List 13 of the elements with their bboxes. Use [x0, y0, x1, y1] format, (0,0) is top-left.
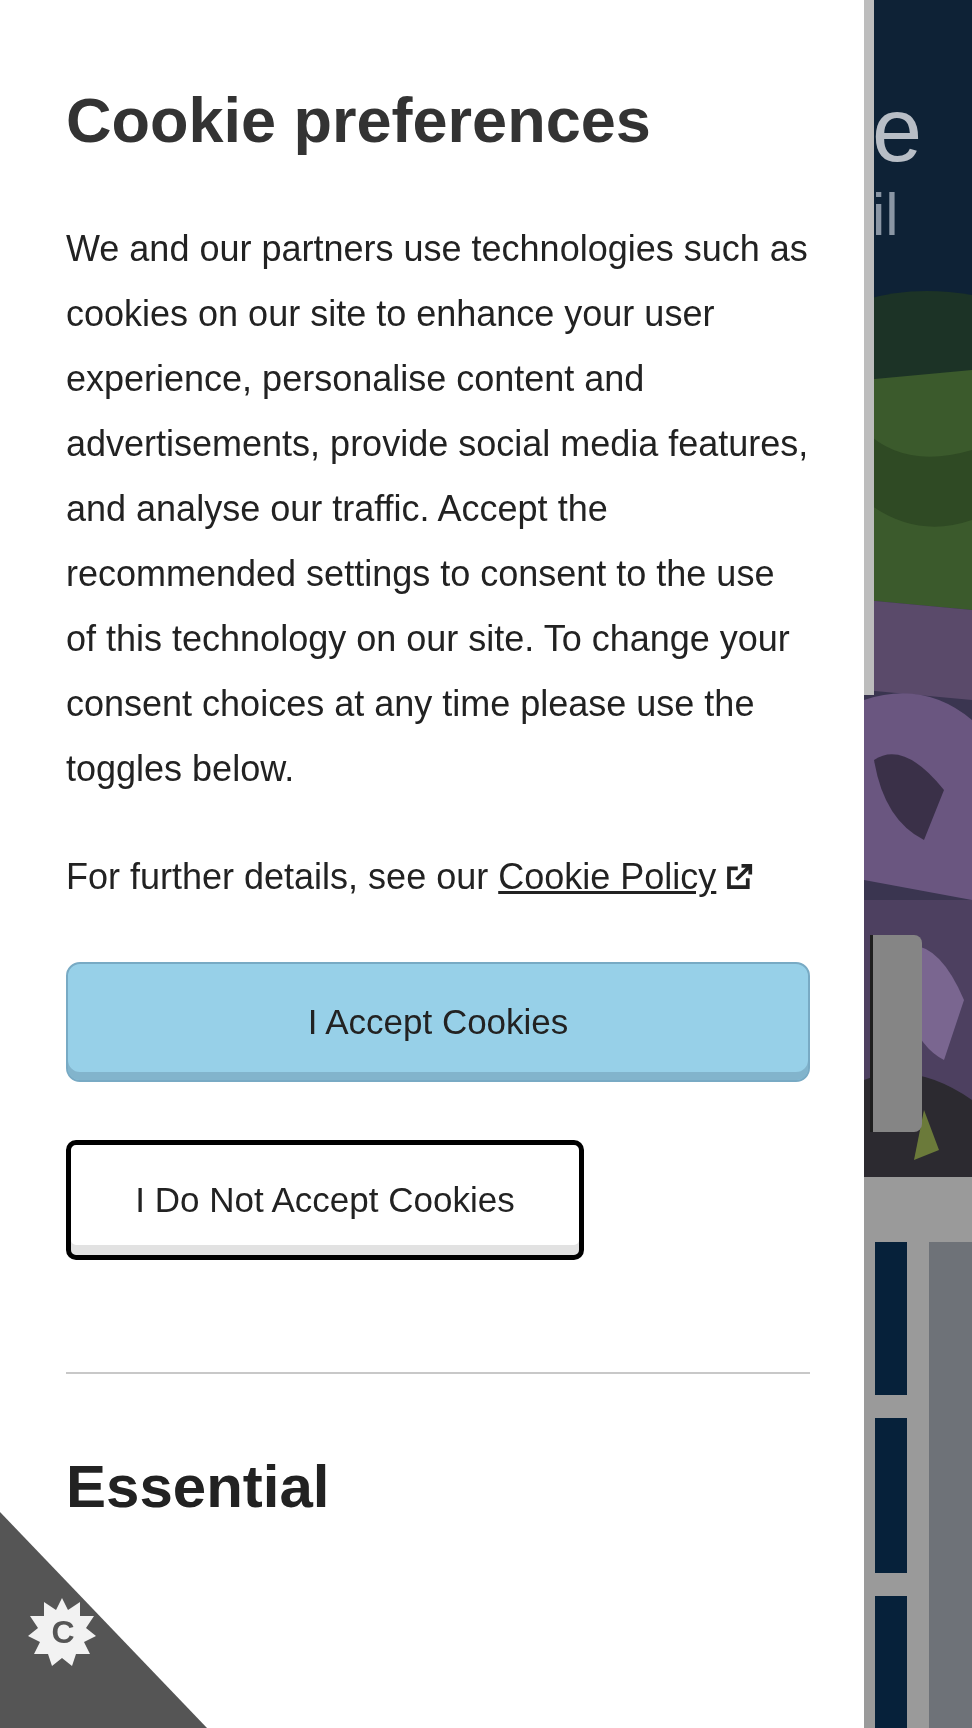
- intro-paragraph: We and our partners use technologies such as cookies on our site to enhance your user experience, personalise content and advertisements, provide social media features, and analyse our traffic. Accept the recommended settings to consent to the use of this technology on our site. To change your consent choices at any time please use the toggles below.: [66, 227, 810, 791]
- badge-star-icon: [26, 1596, 98, 1668]
- hero-text: il: [872, 180, 900, 250]
- cookie-policy-link[interactable]: Cookie Policy: [498, 844, 755, 909]
- badge-letter: C: [50, 1613, 76, 1652]
- decline-button[interactable]: I Do Not Accept Cookies: [66, 1140, 584, 1260]
- hero-button[interactable]: [870, 935, 922, 1132]
- accept-button[interactable]: I Accept Cookies: [66, 962, 810, 1082]
- external-link-icon: [724, 861, 755, 892]
- scrollbar-thumb[interactable]: [864, 0, 874, 695]
- details-paragraph: For further details, see our Cookie Policy: [66, 844, 810, 909]
- hero-text: e: [872, 80, 923, 180]
- dialog-title: Cookie preferences: [66, 84, 652, 157]
